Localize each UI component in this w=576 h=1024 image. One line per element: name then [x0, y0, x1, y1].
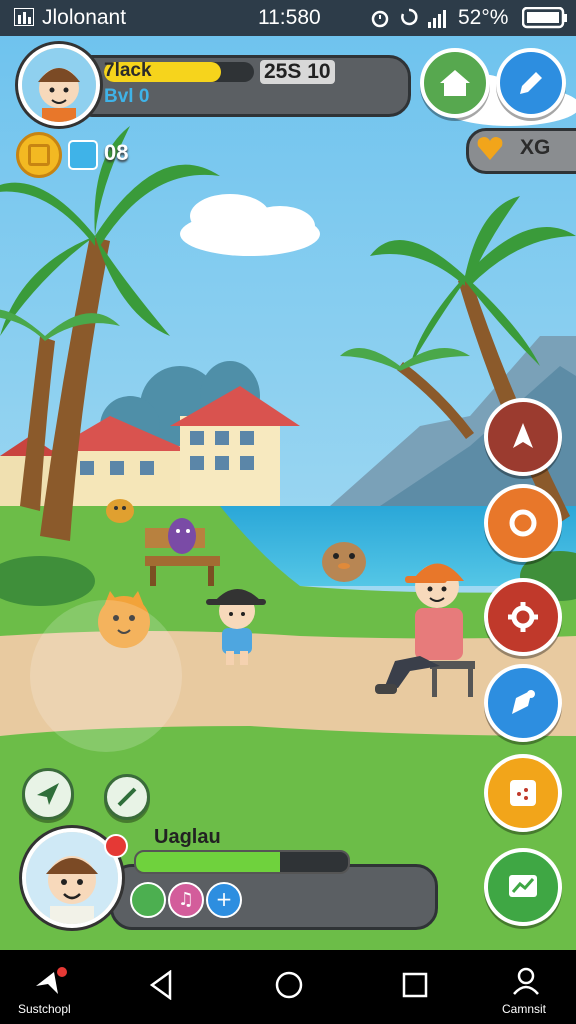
- nav-left-label: Sustchopl: [18, 1002, 71, 1016]
- home-button[interactable]: [420, 48, 490, 118]
- health-bar: [134, 850, 350, 874]
- signal-icon: [428, 8, 452, 34]
- inventory-button[interactable]: [484, 754, 562, 832]
- compass-button[interactable]: [104, 774, 150, 820]
- gem-label: XG: [520, 136, 551, 159]
- music-skill-icon[interactable]: ♫: [168, 882, 204, 918]
- inventory-icon: [510, 780, 536, 806]
- heart-icon: [474, 132, 506, 164]
- map-pin-icon: [512, 690, 535, 714]
- map-pin-button[interactable]: [484, 664, 562, 742]
- battery-percent: 52°%: [458, 6, 509, 29]
- battery-icon: [521, 6, 568, 35]
- navigate-button[interactable]: [22, 768, 74, 820]
- app-launcher-icon[interactable]: [34, 966, 68, 998]
- player-level: Bvl 0: [104, 86, 150, 107]
- rocket-button[interactable]: [484, 398, 562, 476]
- compass-icon: [117, 787, 137, 807]
- alarm-icon: [370, 8, 390, 34]
- arrow-pointer-icon: [37, 783, 59, 805]
- rocket-icon: [513, 423, 533, 448]
- small-creature: [106, 499, 134, 523]
- nav-right-label: Camnsit: [502, 1002, 547, 1016]
- sync-icon: [400, 8, 418, 34]
- leaf-skill-icon[interactable]: [130, 882, 166, 918]
- profile-icon[interactable]: [512, 966, 540, 1000]
- status-time: 11:580: [258, 6, 321, 29]
- notification-icon: [13, 7, 35, 27]
- settings-gear-icon: [508, 602, 538, 632]
- purple-creature: [168, 518, 196, 554]
- player-name: 7lack: [104, 60, 152, 81]
- coin-icon: [16, 132, 62, 178]
- plus-skill-icon[interactable]: +: [206, 882, 242, 918]
- companion-name: Uaglau: [154, 826, 221, 848]
- edit-icon: [520, 72, 542, 94]
- joystick-pad: [30, 600, 182, 752]
- back-icon[interactable]: [148, 969, 174, 1004]
- health-bar-fill: [136, 852, 281, 872]
- status-app-name: Jlolonant: [42, 6, 127, 29]
- home-icon: [440, 70, 470, 96]
- gem-icon: [68, 140, 98, 170]
- stats-chart-icon: [509, 875, 537, 897]
- recents-icon[interactable]: [402, 972, 428, 1002]
- alert-badge: [104, 834, 128, 858]
- player-avatar[interactable]: [18, 44, 100, 126]
- settings-gear-button[interactable]: [484, 578, 562, 656]
- coin-count: 08: [104, 140, 129, 165]
- stats-chart-button[interactable]: [484, 848, 562, 926]
- ring-button[interactable]: [484, 484, 562, 562]
- ring-icon: [509, 509, 537, 537]
- status-bar: Jlolonant 11:580 52°%: [0, 0, 576, 36]
- edit-button[interactable]: [496, 48, 566, 118]
- brown-creature: [322, 542, 366, 582]
- player-score: 25S 10: [260, 60, 335, 84]
- home-circle-icon[interactable]: [274, 970, 304, 1004]
